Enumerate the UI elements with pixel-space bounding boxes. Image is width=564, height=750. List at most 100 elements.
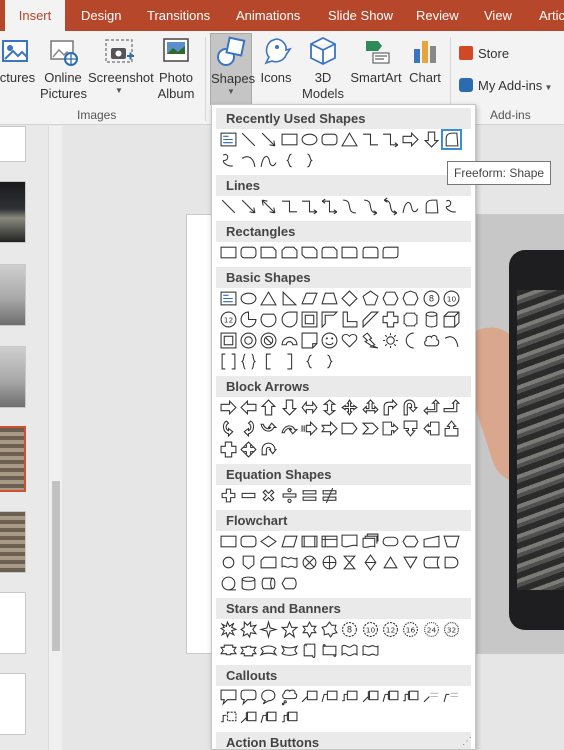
flowchart-magnetic-disk-shape[interactable] <box>238 573 258 594</box>
resize-grip-icon[interactable]: ⋰ <box>462 736 472 747</box>
left-right-up-arrow-shape[interactable] <box>360 397 380 418</box>
division-shape[interactable] <box>279 485 299 506</box>
arrow-line-shape[interactable] <box>259 129 279 150</box>
right-brace-shape[interactable] <box>299 150 319 171</box>
snip-diagonal-rectangle-shape[interactable] <box>299 242 319 263</box>
store-button[interactable]: Store <box>459 46 509 61</box>
flowchart-or-shape[interactable] <box>319 552 339 573</box>
right-arrow-shape[interactable] <box>218 397 238 418</box>
pentagon-shape[interactable] <box>360 288 380 309</box>
heart-shape[interactable] <box>340 330 360 351</box>
flowchart-extract-shape[interactable] <box>380 552 400 573</box>
right-arrow-shape[interactable] <box>401 129 421 150</box>
slide-thumbnail[interactable] <box>0 346 26 408</box>
left-arrow-shape[interactable] <box>238 397 258 418</box>
slide-thumbnail-selected[interactable] <box>0 426 26 492</box>
ribbon-tilted-down-shape[interactable] <box>238 640 258 661</box>
flowchart-alternate-process-shape[interactable] <box>238 531 258 552</box>
flowchart-stored-data-shape[interactable] <box>421 552 441 573</box>
line-callout-2-shape[interactable] <box>319 686 339 707</box>
double-bracket-shape[interactable] <box>218 351 238 372</box>
bent-up-arrow-shape[interactable] <box>441 397 461 418</box>
tab-design[interactable]: Design <box>77 0 125 31</box>
star-6-point-shape[interactable] <box>299 619 319 640</box>
curved-connector-shape[interactable] <box>340 196 360 217</box>
flowchart-sequential-access-storage-shape[interactable] <box>218 573 238 594</box>
bevel-shape[interactable] <box>218 330 238 351</box>
oval-shape[interactable] <box>238 288 258 309</box>
smartart-button[interactable]: SmartArt <box>349 35 403 86</box>
flowchart-display-shape[interactable] <box>279 573 299 594</box>
slide-thumbnail[interactable] <box>0 264 26 326</box>
up-arrow-shape[interactable] <box>259 397 279 418</box>
horizontal-scroll-shape[interactable] <box>319 640 339 661</box>
flowchart-card-shape[interactable] <box>259 552 279 573</box>
equal-shape[interactable] <box>299 485 319 506</box>
multiply-shape[interactable] <box>259 485 279 506</box>
oval-shape[interactable] <box>299 129 319 150</box>
flowchart-direct-access-storage-shape[interactable] <box>259 573 279 594</box>
screenshot-button[interactable]: Screenshot ▼ <box>88 35 154 96</box>
no-symbol-shape[interactable] <box>259 330 279 351</box>
curve-shape[interactable] <box>259 150 279 171</box>
tab-transitions[interactable]: Transitions <box>143 0 214 31</box>
flowchart-summing-junction-shape[interactable] <box>299 552 319 573</box>
rounded-rectangle-shape[interactable] <box>238 242 258 263</box>
slide-thumbnail[interactable] <box>0 126 26 162</box>
chart-button[interactable]: Chart <box>405 35 445 86</box>
star-5-point-shape[interactable] <box>279 619 299 640</box>
left-arrow-callout-shape[interactable] <box>421 418 441 439</box>
flowchart-predefined-process-shape[interactable] <box>299 531 319 552</box>
cube-shape[interactable] <box>441 309 461 330</box>
flowchart-data-shape[interactable] <box>279 531 299 552</box>
arrow-line-shape[interactable] <box>238 196 258 217</box>
not-equal-shape[interactable] <box>319 485 339 506</box>
double-wave-shape[interactable] <box>360 640 380 661</box>
line-callout-1-accent-bar-shape[interactable] <box>360 686 380 707</box>
star-7-point-shape[interactable] <box>319 619 339 640</box>
rounded-rectangle-shape[interactable] <box>319 129 339 150</box>
teardrop-shape[interactable] <box>279 309 299 330</box>
curved-ribbon-down-shape[interactable] <box>279 640 299 661</box>
round-diagonal-rectangle-shape[interactable] <box>380 242 400 263</box>
notched-right-arrow-shape[interactable] <box>319 418 339 439</box>
line-callout-1-border-accent-shape[interactable] <box>238 707 258 728</box>
flowchart-sort-shape[interactable] <box>360 552 380 573</box>
frame-shape[interactable] <box>299 309 319 330</box>
snip-corner-rectangle-shape[interactable] <box>259 242 279 263</box>
line-shape[interactable] <box>218 196 238 217</box>
scrollbar-thumb[interactable] <box>52 481 60 651</box>
curved-left-arrow-shape[interactable] <box>238 418 258 439</box>
chevron-shape[interactable] <box>360 418 380 439</box>
striped-right-arrow-shape[interactable] <box>299 418 319 439</box>
freeform-shape[interactable] <box>441 129 462 150</box>
curve-shape[interactable] <box>401 196 421 217</box>
left-right-arrow-shape[interactable] <box>299 397 319 418</box>
down-arrow-callout-shape[interactable] <box>401 418 421 439</box>
flowchart-punched-tape-shape[interactable] <box>279 552 299 573</box>
curved-arrow-connector-shape[interactable] <box>360 196 380 217</box>
u-turn-arrow-shape[interactable] <box>401 397 421 418</box>
scribble-shape[interactable] <box>441 196 461 217</box>
tab-view[interactable]: View <box>480 0 516 31</box>
snip-round-rectangle-shape[interactable] <box>319 242 339 263</box>
heptagon-shape[interactable] <box>401 288 421 309</box>
slide-thumbnail[interactable] <box>0 181 26 243</box>
text-box-shape[interactable] <box>218 129 238 150</box>
tab-insert[interactable]: Insert <box>5 0 65 31</box>
thumbnails-scrollbar[interactable] <box>48 126 62 750</box>
line-callout-2-no-border-shape[interactable] <box>441 686 461 707</box>
down-arrow-shape[interactable] <box>421 129 441 150</box>
photo-album-button[interactable]: Photo Album <box>152 35 200 102</box>
star-8-point-shape[interactable]: 8 <box>340 619 360 640</box>
curved-ribbon-up-shape[interactable] <box>259 640 279 661</box>
scribble-shape[interactable] <box>218 150 238 171</box>
freeform-shape[interactable] <box>421 196 441 217</box>
wave-shape[interactable] <box>340 640 360 661</box>
sun-shape[interactable] <box>380 330 400 351</box>
pictures-button[interactable]: ictures <box>0 35 38 86</box>
curved-down-arrow-shape[interactable] <box>279 418 299 439</box>
rectangle-shape[interactable] <box>279 129 299 150</box>
star-4-point-shape[interactable] <box>259 619 279 640</box>
chord-shape[interactable] <box>259 309 279 330</box>
